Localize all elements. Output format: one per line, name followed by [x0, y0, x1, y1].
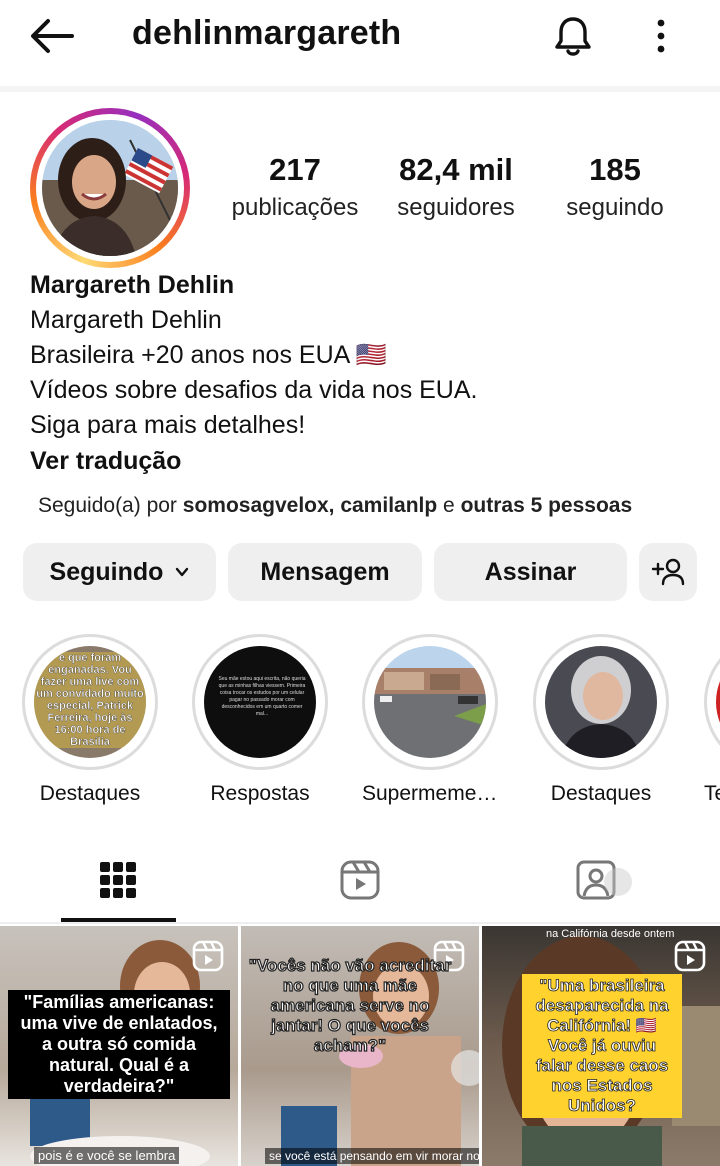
post-top-label: na Califórnia desde ontem: [546, 928, 675, 940]
post-subtitle: pois é e você se lembra: [34, 1147, 180, 1164]
post-caption: "Vocês não vão acreditar no que uma mãe …: [248, 955, 452, 1055]
grid-icon: [100, 862, 136, 898]
followed-by-conjunction: e: [437, 494, 461, 517]
bio-line: Margareth Dehlin: [30, 306, 222, 334]
message-button[interactable]: Mensagem: [228, 543, 422, 601]
highlight-ring: [362, 634, 498, 770]
more-vertical-icon[interactable]: [648, 16, 674, 56]
stat-posts[interactable]: 217 publicações: [224, 152, 366, 222]
stat-followers[interactable]: 82,4 mil seguidores: [386, 152, 526, 222]
stat-value: 82,4 mil: [399, 152, 513, 187]
highlight-overlay-text: Seu mãe estou aqui escrita, não queria q…: [218, 676, 306, 717]
post-thumbnail[interactable]: "Famílias americanas: uma vive de enlata…: [0, 926, 238, 1166]
chevron-down-icon: [176, 567, 189, 577]
following-button[interactable]: Seguindo: [23, 543, 216, 601]
add-person-icon: [651, 558, 685, 586]
highlight-label: Respostas: [210, 782, 310, 805]
avatar-photo: [42, 120, 178, 256]
stat-label: seguidores: [397, 194, 515, 221]
subscribe-button[interactable]: Assinar: [434, 543, 627, 601]
stat-label: seguindo: [566, 194, 664, 221]
top-bar: dehlinmargareth: [0, 0, 720, 86]
stat-following[interactable]: 185 seguindo: [554, 152, 676, 222]
bio-line: Brasileira +20 anos nos EUA 🇺🇸: [30, 341, 388, 369]
highlight-overlay-text: e que foram enganadas. Vou fazer uma liv…: [34, 652, 146, 748]
highlight-ring: [704, 634, 720, 770]
tab-grid[interactable]: [68, 850, 168, 910]
highlight-item[interactable]: Supermemerc...: [362, 634, 498, 806]
highlight-label: Te: [704, 782, 720, 805]
highlight-label: Supermemerc...: [362, 782, 498, 805]
bell-icon[interactable]: [552, 14, 594, 58]
profile-username: dehlinmargareth: [132, 14, 402, 52]
followed-by-others: outras 5 pessoas: [460, 494, 633, 517]
bio-line: Siga para mais detalhes!: [30, 411, 306, 439]
profile-avatar[interactable]: [30, 108, 190, 268]
arrow-left-icon[interactable]: [28, 16, 76, 56]
profile-bio: Margareth Dehlin Margareth Dehlin Brasil…: [30, 268, 690, 479]
highlight-cover: Seu mãe estou aqui escrita, não queria q…: [204, 646, 316, 758]
stat-label: publicações: [231, 194, 359, 221]
reels-icon: [340, 860, 380, 900]
stat-value: 217: [269, 152, 321, 187]
highlight-cover: [716, 646, 720, 758]
following-button-label: Seguindo: [49, 557, 164, 586]
highlight-ring: e que foram enganadas. Vou fazer uma liv…: [22, 634, 158, 770]
highlight-cover: e que foram enganadas. Vou fazer uma liv…: [34, 646, 146, 758]
followed-by-text[interactable]: Seguido(a) por somosagvelox, camilanlp e…: [38, 494, 632, 518]
post-subtitle: se você está pensando em vir morar nos E…: [265, 1148, 479, 1164]
reels-icon: [674, 940, 706, 972]
display-name: Margareth Dehlin: [30, 271, 235, 299]
highlight-label: Destaques: [550, 782, 652, 805]
bio-line: Vídeos sobre desafios da vida nos EUA.: [30, 376, 478, 404]
tagged-person-icon: [576, 860, 632, 900]
see-translation-link[interactable]: Ver tradução: [30, 444, 690, 479]
post-caption: "Uma brasileira desaparecida na Califórn…: [522, 974, 682, 1118]
highlight-item[interactable]: Destaques: [533, 634, 669, 806]
divider: [0, 922, 720, 924]
highlight-ring: Seu mãe estou aqui escrita, não queria q…: [192, 634, 328, 770]
tab-reels[interactable]: [310, 850, 410, 910]
highlight-item[interactable]: Seu mãe estou aqui escrita, não queria q…: [192, 634, 328, 806]
highlight-item[interactable]: Te: [704, 634, 720, 806]
tab-tagged[interactable]: [554, 850, 654, 910]
highlight-ring: [533, 634, 669, 770]
post-thumbnail[interactable]: "Vocês não vão acreditar no que uma mãe …: [241, 926, 479, 1166]
highlight-cover: [374, 646, 486, 758]
followed-by-prefix: Seguido(a) por: [38, 494, 183, 517]
message-button-label: Mensagem: [260, 557, 390, 586]
stat-value: 185: [589, 152, 641, 187]
reels-icon: [192, 940, 224, 972]
subscribe-button-label: Assinar: [484, 557, 577, 586]
highlight-label: Destaques: [39, 782, 141, 805]
followed-by-names: somosagvelox, camilanlp: [182, 494, 438, 517]
suggest-people-button[interactable]: [639, 543, 697, 601]
highlight-item[interactable]: e que foram enganadas. Vou fazer uma liv…: [22, 634, 158, 806]
highlight-cover: [545, 646, 657, 758]
divider: [0, 86, 720, 92]
post-thumbnail[interactable]: na Califórnia desde ontem "Uma brasileir…: [482, 926, 720, 1166]
post-caption: "Famílias americanas: uma vive de enlata…: [8, 990, 230, 1099]
